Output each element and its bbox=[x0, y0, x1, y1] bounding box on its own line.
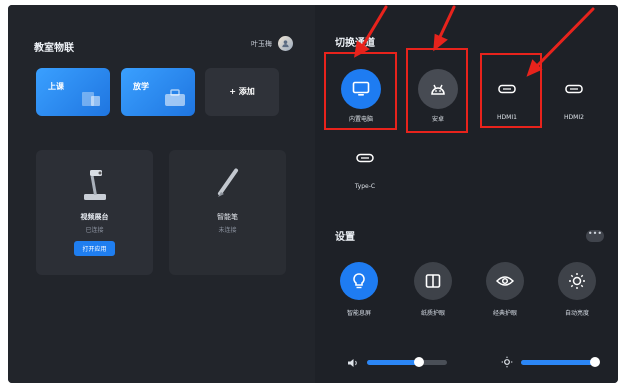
hdmi-port-icon bbox=[554, 69, 594, 109]
device-name: 智能笔 bbox=[217, 213, 238, 221]
avatar[interactable] bbox=[278, 36, 293, 51]
dismiss-mode-button[interactable]: 放学 bbox=[121, 68, 195, 116]
source-type-c[interactable]: Type-C bbox=[335, 138, 395, 190]
setting-smart-screen-off[interactable]: 智能息屏 bbox=[329, 262, 389, 317]
setting-classic-eye-care[interactable]: 经典护眼 bbox=[475, 262, 535, 317]
book-icon bbox=[414, 262, 452, 300]
device-card-smart-pen[interactable]: 智能笔 未连接 bbox=[169, 150, 286, 275]
left-panel: 教室物联 叶玉梅 上课 放学 + 添加 视频展台 已连接 打开应用 智能笔 未连… bbox=[8, 5, 315, 383]
device-status: 未连接 bbox=[218, 227, 237, 234]
setting-label: 自动亮度 bbox=[564, 310, 589, 317]
volume-slider[interactable] bbox=[347, 353, 447, 372]
document-camera-icon bbox=[78, 170, 112, 208]
annotation-highlight-box bbox=[406, 48, 468, 133]
brightness-knob[interactable] bbox=[590, 357, 601, 367]
user-profile[interactable]: 叶玉梅 bbox=[251, 36, 293, 51]
device-name: 视频展台 bbox=[80, 213, 109, 221]
smart-pen-icon bbox=[211, 168, 245, 208]
annotation-highlight-box bbox=[480, 53, 542, 128]
volume-track[interactable] bbox=[367, 357, 447, 367]
dismiss-mode-label: 放学 bbox=[133, 82, 149, 91]
control-panel-screen: 教室物联 叶玉梅 上课 放学 + 添加 视频展台 已连接 打开应用 智能笔 未连… bbox=[8, 5, 618, 383]
user-name: 叶玉梅 bbox=[251, 39, 272, 48]
brightness-fill bbox=[521, 360, 596, 365]
volume-fill bbox=[367, 360, 419, 365]
setting-auto-brightness[interactable]: 自动亮度 bbox=[547, 262, 607, 317]
source-label: HDMI2 bbox=[564, 114, 584, 121]
classroom-icon bbox=[80, 88, 102, 110]
class-mode-button[interactable]: 上课 bbox=[36, 68, 110, 116]
class-mode-label: 上课 bbox=[48, 82, 64, 91]
usb-c-icon bbox=[345, 138, 385, 178]
page-title: 教室物联 bbox=[34, 43, 74, 54]
device-status: 已连接 bbox=[85, 227, 104, 234]
setting-label: 纸质护眼 bbox=[420, 310, 445, 317]
setting-paper-eye-care[interactable]: 纸质护眼 bbox=[403, 262, 463, 317]
speaker-icon bbox=[347, 353, 359, 372]
brightness-slider[interactable] bbox=[501, 353, 601, 372]
add-mode-label: + 添加 bbox=[229, 87, 255, 96]
eye-icon bbox=[486, 262, 524, 300]
more-options-button[interactable]: ••• bbox=[586, 230, 604, 242]
annotation-highlight-box bbox=[324, 52, 397, 130]
lightbulb-icon bbox=[340, 262, 378, 300]
sun-icon bbox=[501, 353, 513, 372]
settings-section-title: 设置 bbox=[335, 232, 355, 243]
source-label: Type-C bbox=[354, 183, 376, 190]
setting-label: 经典护眼 bbox=[492, 310, 517, 317]
device-card-document-camera[interactable]: 视频展台 已连接 打开应用 bbox=[36, 150, 153, 275]
volume-knob[interactable] bbox=[414, 357, 424, 367]
open-app-button[interactable]: 打开应用 bbox=[74, 241, 115, 256]
source-section-title: 切换通道 bbox=[335, 38, 375, 49]
source-hdmi2[interactable]: HDMI2 bbox=[544, 69, 604, 121]
add-mode-button[interactable]: + 添加 bbox=[205, 68, 279, 116]
briefcase-icon bbox=[163, 88, 187, 110]
setting-label: 智能息屏 bbox=[346, 310, 371, 317]
sun-icon bbox=[558, 262, 596, 300]
brightness-track[interactable] bbox=[521, 357, 601, 367]
